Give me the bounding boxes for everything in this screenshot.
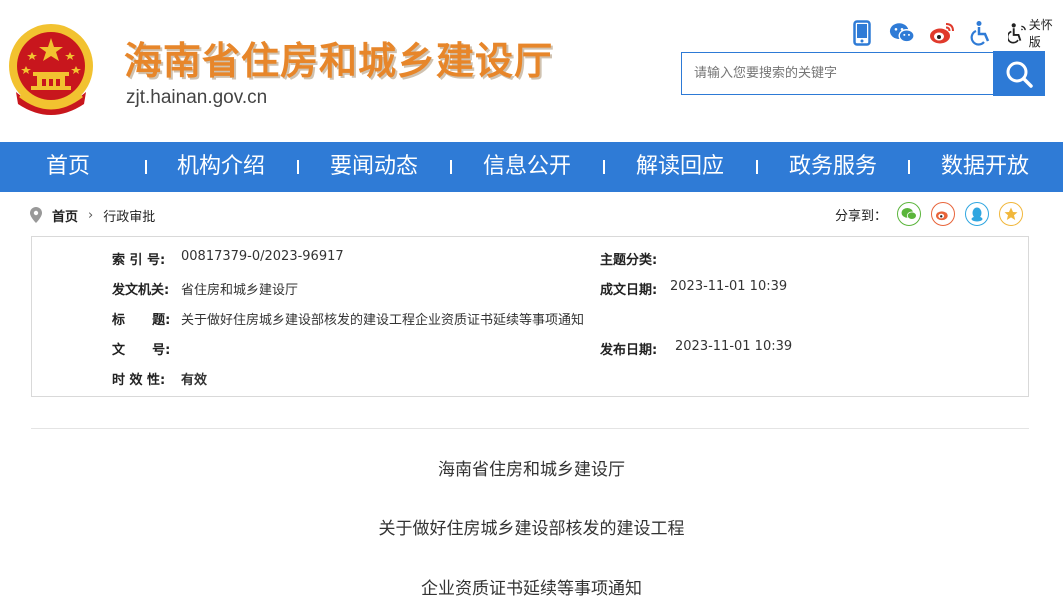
site-title: 海南省住房和城乡建设厅 xyxy=(124,39,554,83)
wechat-icon[interactable] xyxy=(889,20,915,46)
chevron-right-icon: › xyxy=(88,207,94,223)
title-value: 关于做好住房城乡建设部核发的建设工程企业资质证书延续等事项通知 xyxy=(181,313,585,328)
title-label: 标 题: xyxy=(112,313,171,328)
accessibility-icon[interactable] xyxy=(969,20,994,46)
index-number-label: 索 引 号: xyxy=(112,253,166,268)
nav-separator xyxy=(908,160,910,174)
nav-separator xyxy=(297,160,299,174)
written-date-label: 成文日期: xyxy=(600,283,658,298)
share-qzone-icon[interactable] xyxy=(999,202,1024,226)
weibo-icon[interactable] xyxy=(929,20,955,46)
nav-item-services[interactable]: 政务服务 xyxy=(789,142,877,192)
topic-category-label: 主题分类: xyxy=(600,253,658,268)
main-nav: 首页 机构介绍 要闻动态 信息公开 解读回应 政务服务 数据开放 xyxy=(0,142,1063,192)
written-date-value: 2023-11-01 10:39 xyxy=(670,279,788,294)
share-qq-icon[interactable] xyxy=(965,202,990,226)
nav-item-home[interactable]: 首页 xyxy=(46,142,90,192)
issuer-label: 发文机关: xyxy=(112,283,170,298)
breadcrumb-home[interactable]: 首页 xyxy=(52,206,78,225)
national-emblem-logo xyxy=(9,24,93,115)
nav-item-organization[interactable]: 机构介绍 xyxy=(177,142,265,192)
search-icon xyxy=(1006,61,1033,88)
share-label: 分享到： xyxy=(835,208,888,224)
nav-item-news[interactable]: 要闻动态 xyxy=(330,142,418,192)
article-heading-line-2: 关于做好住房城乡建设部核发的建设工程 xyxy=(378,519,685,539)
breadcrumb-current[interactable]: 行政审批 xyxy=(103,206,155,225)
nav-separator xyxy=(756,160,758,174)
mobile-icon[interactable] xyxy=(850,20,875,46)
nav-separator xyxy=(145,160,147,174)
nav-item-disclosure[interactable]: 信息公开 xyxy=(483,142,571,192)
search-button[interactable] xyxy=(993,51,1045,96)
site-url: zjt.hainan.gov.cn xyxy=(126,87,268,108)
search-input[interactable] xyxy=(681,52,993,95)
nav-separator xyxy=(450,160,452,174)
content-divider xyxy=(31,428,1029,429)
share-bar: 分享到： xyxy=(835,200,1024,228)
share-weibo-icon[interactable] xyxy=(931,202,956,226)
validity-label: 时 效 性: xyxy=(112,373,166,388)
published-date-value: 2023-11-01 10:39 xyxy=(675,339,793,354)
nav-separator xyxy=(603,160,605,174)
location-pin-icon xyxy=(30,207,42,223)
index-number-value: 00817379-0/2023-96917 xyxy=(181,249,344,264)
issuer-value: 省住房和城乡建设厅 xyxy=(181,283,299,298)
breadcrumb: 首页 › 行政审批 xyxy=(30,205,155,225)
site-header: 海南省住房和城乡建设厅 zjt.hainan.gov.cn 关怀版 xyxy=(0,0,1063,142)
article-heading-line-1: 海南省住房和城乡建设厅 xyxy=(438,460,625,480)
top-toolbar: 关怀版 xyxy=(850,16,1063,50)
care-mode-label: 关怀版 xyxy=(1028,18,1053,49)
nav-item-open-data[interactable]: 数据开放 xyxy=(941,142,1029,192)
care-mode-icon xyxy=(1007,23,1026,44)
care-mode-toggle[interactable]: 关怀版 xyxy=(1007,16,1063,50)
document-number-label: 文 号: xyxy=(112,343,171,358)
validity-value: 有效 xyxy=(181,373,208,388)
nav-item-interpretation[interactable]: 解读回应 xyxy=(636,142,724,192)
published-date-label: 发布日期: xyxy=(600,343,658,358)
document-metadata-table: 索 引 号: 00817379-0/2023-96917 主题分类: 发文机关:… xyxy=(31,236,1029,397)
share-wechat-icon[interactable] xyxy=(897,202,922,226)
article-heading-line-3: 企业资质证书延续等事项通知 xyxy=(421,579,642,599)
